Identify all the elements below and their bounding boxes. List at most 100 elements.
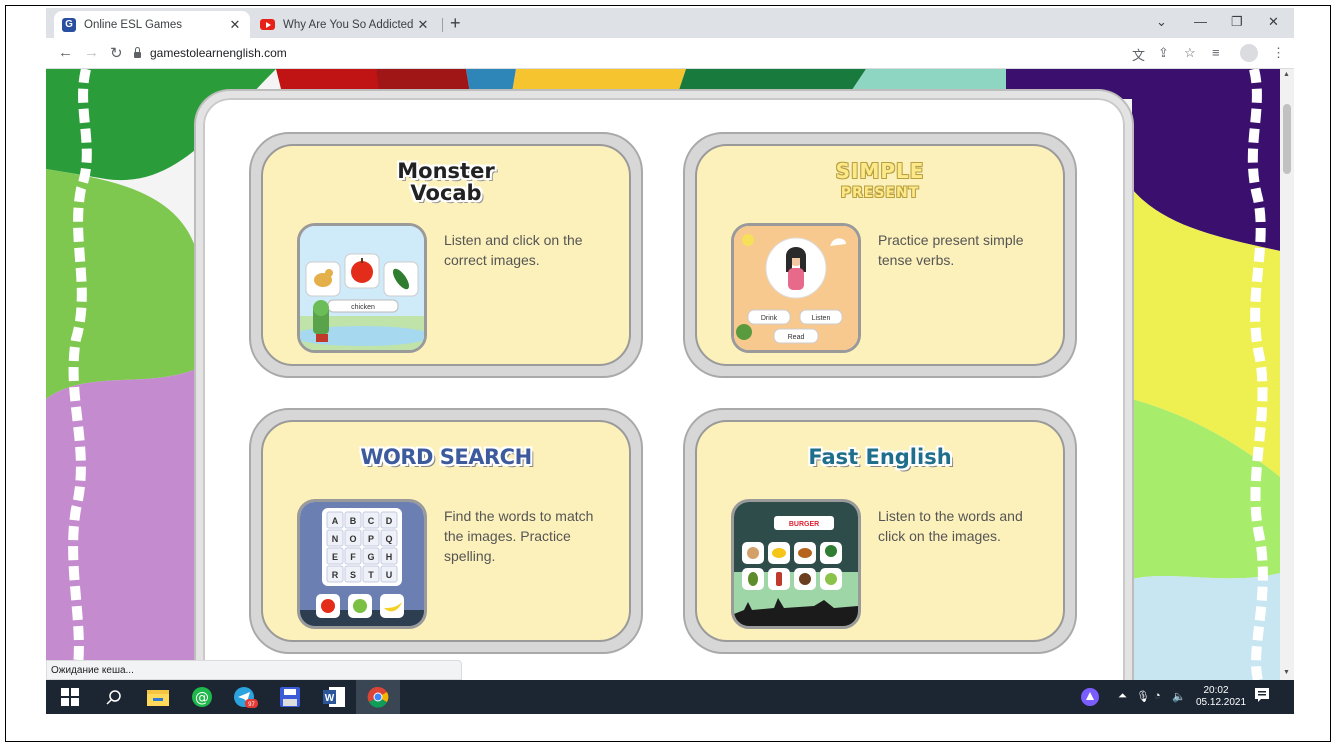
minimize-button[interactable]: — [1194,14,1207,29]
letter-label: F [350,552,356,562]
letter-label: A [332,516,339,526]
star-icon[interactable]: ☆ [1184,45,1196,61]
reload-icon[interactable]: ↻ [110,44,123,62]
game-title: SIMPLE PRESENT [697,160,1063,204]
scroll-up-icon[interactable]: ▲ [1283,71,1290,78]
tab-strip: G Online ESL Games ✕ Why Are You So Addi… [46,8,1294,38]
letter-label: P [368,534,374,544]
windows-taskbar: @ 97 W ⏶ 🎙 ◔ 🔈 20:02 05.12.2021 [46,680,1294,714]
game-title: Fast English [697,446,1063,468]
mail-icon[interactable]: @ [180,680,224,714]
card-body: SIMPLE PRESENT Drink Listen Read Practic… [695,144,1065,366]
letter-label: R [332,570,339,580]
letter-label: H [386,552,393,562]
back-icon[interactable]: ← [58,44,73,61]
games-panel: Monster Vocab chicken Listen and click o… [196,91,1132,680]
game-thumbnail[interactable]: chicken [297,223,427,353]
tab-separator [442,18,443,32]
letter-label: G [367,552,374,562]
thumb-word: Read [788,334,805,341]
browser-toolbar: ← → ↻ gamestolearnenglish.com 文 ⇪ ☆ ≡ ⋮ [46,38,1294,69]
tab-search-icon[interactable]: ⌄ [1156,14,1167,30]
browser-window: G Online ESL Games ✕ Why Are You So Addi… [46,8,1294,714]
game-title-line: Fast English [808,445,952,469]
game-card-monster-vocab[interactable]: Monster Vocab chicken Listen and click o… [249,132,643,378]
notifications-icon[interactable] [1255,688,1269,705]
game-description: Practice present simple tense verbs. [878,232,1024,268]
volume-icon[interactable]: 🔈 [1172,690,1186,703]
card-body: Fast English BURGER Listen to the words … [695,420,1065,642]
thumb-word: BURGER [789,521,819,528]
game-title-line: SIMPLE [835,159,925,183]
windows-start-icon[interactable] [48,680,92,714]
card-body: Monster Vocab chicken Listen and click o… [261,144,631,366]
thumb-word: Drink [761,315,778,322]
chrome-icon[interactable] [356,680,400,714]
close-tab-icon[interactable]: ✕ [228,17,242,33]
letter-label: E [332,552,338,562]
game-title: WORD SEARCH [263,446,629,468]
game-description: Listen to the words and click on the ima… [878,508,1023,544]
tab-title: Why Are You So Addicted To You [283,18,416,31]
page-viewport: Monster Vocab chicken Listen and click o… [46,69,1294,680]
game-thumbnail[interactable]: Drink Listen Read [731,223,861,353]
share-icon[interactable]: ⇪ [1158,45,1169,61]
file-explorer-icon[interactable] [136,680,180,714]
thumb-word: chicken [351,304,375,311]
restore-button[interactable]: ❐ [1231,14,1243,30]
svg-text:@: @ [195,690,209,706]
scroll-thumb[interactable] [1283,104,1291,174]
menu-icon[interactable]: ⋮ [1272,45,1285,61]
url-text: gamestolearnenglish.com [150,46,287,60]
game-card-simple-present[interactable]: SIMPLE PRESENT Drink Listen Read Practic… [683,132,1077,378]
letter-label: Q [385,534,392,544]
letter-label: U [386,570,393,580]
game-title: Monster Vocab [263,160,629,204]
forward-icon[interactable]: → [84,44,99,61]
close-tab-icon[interactable]: ✕ [416,17,430,33]
clock-date: 05.12.2021 [1196,697,1247,708]
game-description: Find the words to match the images. Prac… [444,508,594,564]
page-scrollbar[interactable]: ▲ ▼ [1280,69,1294,680]
close-window-button[interactable]: ✕ [1268,14,1279,30]
telegram-icon[interactable]: 97 [224,680,268,714]
word-icon[interactable]: W [312,680,356,714]
game-title-line: Vocab [410,181,482,205]
game-card-fast-english[interactable]: Fast English BURGER Listen to the words … [683,408,1077,654]
youtube-favicon-icon [260,19,275,30]
game-description: Listen and click on the correct images. [444,232,583,268]
media-icon[interactable]: ≡ [1212,45,1220,60]
scroll-down-icon[interactable]: ▼ [1283,669,1290,676]
letter-label: S [350,570,356,580]
svg-text:W: W [325,693,335,704]
game-thumbnail[interactable]: A B C D NO P Q E F G H R S T U [297,499,427,629]
letter-label: C [368,516,375,526]
search-icon[interactable] [92,680,136,714]
address-bar[interactable]: gamestolearnenglish.com [134,43,287,63]
assistant-icon[interactable] [1080,687,1100,710]
thumb-word: Listen [812,315,831,322]
letter-label: B [350,516,357,526]
letter-label: T [368,570,374,580]
telegram-badge: 97 [248,702,255,708]
letter-label: D [386,516,393,526]
tab-title: Online ESL Games [84,18,183,31]
status-bubble: Ожидание кеша... [46,660,462,680]
game-thumbnail[interactable]: BURGER [731,499,861,629]
card-body: WORD SEARCH ABCDNO P Q E F G H R S T U F… [261,420,631,642]
wifi-icon[interactable]: ◔ [1154,690,1161,702]
letter-label: N [332,534,339,544]
new-tab-button[interactable]: + [450,13,461,34]
game-title-line: WORD SEARCH [360,445,532,469]
clock-time: 20:02 [1203,685,1229,696]
translate-icon[interactable]: 文 [1132,45,1145,64]
tab-youtube-video[interactable]: Why Are You So Addicted To You ✕ [252,11,438,38]
show-hidden-icons-icon[interactable]: ⏶ [1118,690,1127,703]
microphone-icon[interactable]: 🎙 [1136,690,1150,703]
save-icon[interactable] [268,680,312,714]
taskbar-clock[interactable]: 20:02 05.12.2021 [1196,685,1247,709]
game-card-word-search[interactable]: WORD SEARCH ABCDNO P Q E F G H R S T U F… [249,408,643,654]
game-title-line: PRESENT [840,185,920,201]
profile-icon[interactable] [1240,44,1258,62]
tab-online-esl-games[interactable]: G Online ESL Games ✕ [54,11,250,38]
